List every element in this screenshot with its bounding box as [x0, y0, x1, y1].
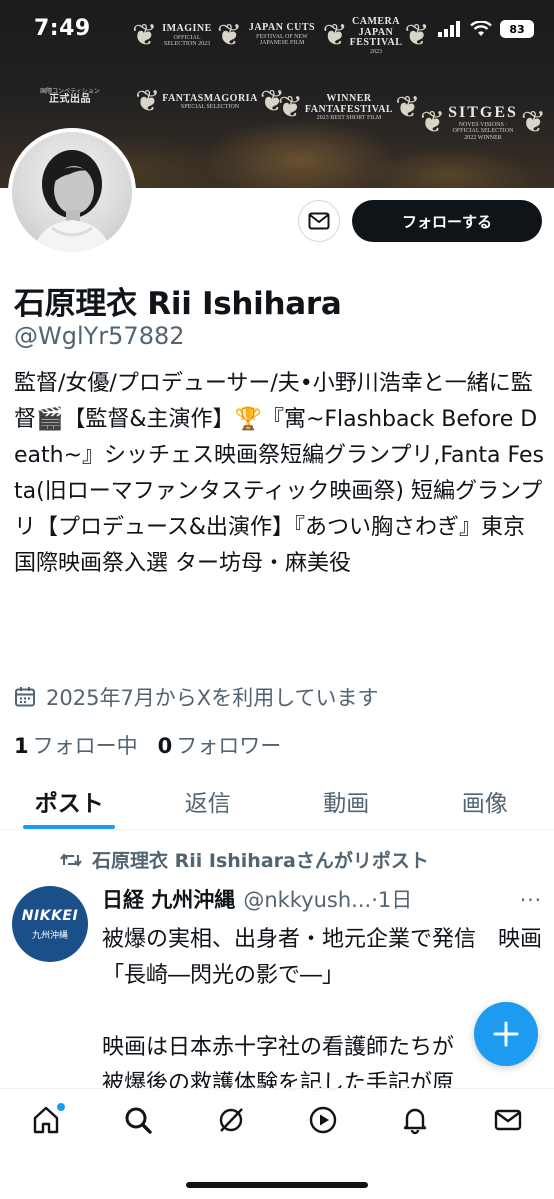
- nav-search[interactable]: [113, 1105, 163, 1145]
- laurel-fantafestival: ❦ WINNER FANTAFESTIVAL 2023 BEST SHORT FIL…: [277, 90, 421, 126]
- profile-handle: @WglYr57882: [14, 322, 185, 350]
- calendar-icon: [15, 687, 35, 707]
- mail-icon: [494, 1109, 521, 1131]
- post-avatar-logo: NIKKEI: [21, 907, 79, 924]
- following-count: 1: [14, 734, 29, 758]
- joined-text: 2025年7月からXを利用しています: [46, 686, 379, 710]
- post-time: ·1日: [371, 888, 413, 912]
- status-icons: 83: [438, 20, 534, 38]
- signal-icon: [438, 21, 460, 37]
- nav-messages[interactable]: [483, 1105, 533, 1145]
- tab-media[interactable]: 画像: [416, 780, 554, 829]
- grok-icon: [219, 1108, 243, 1132]
- followers-label: フォロワー: [176, 734, 282, 758]
- home-unread-dot: [57, 1103, 66, 1111]
- joined-date: 2025年7月からXを利用しています: [14, 682, 379, 712]
- laurel-japan-cuts: JAPAN CUTS FESTIVAL OF NEW JAPANESE FILM: [248, 22, 316, 47]
- post-header: 日経 九州沖縄 @nkkyush... ·1日: [102, 884, 542, 914]
- laurel-official-selection-jp: 国際コンペティション 正式出品: [40, 88, 100, 105]
- post-author-avatar[interactable]: NIKKEI 九州沖縄: [12, 886, 88, 962]
- following-label: フォロー中: [32, 734, 138, 758]
- home-indicator[interactable]: [186, 1182, 368, 1188]
- followers-count: 0: [157, 734, 173, 758]
- post-author-name[interactable]: 日経 九州沖縄: [102, 884, 235, 914]
- follow-button[interactable]: フォローする: [352, 200, 542, 242]
- play-icon: [309, 1106, 337, 1134]
- profile-bio: 監督/女優/プロデューサー/夫•小野川浩幸と一緒に監督🎬【監督&主演作】🏆『寓~…: [14, 371, 544, 576]
- laurel-fantasmagoria: ❦ FANTASMAGORIA SPECIAL SELECTION ❦: [135, 84, 285, 120]
- wifi-icon: [470, 21, 492, 36]
- repost-text[interactable]: 石原理衣 Rii Ishiharaさんがリポスト: [92, 846, 429, 873]
- mail-icon: [308, 212, 330, 230]
- tab-replies[interactable]: 返信: [139, 780, 278, 829]
- compose-button[interactable]: [474, 1002, 538, 1066]
- plus-icon: [493, 1021, 519, 1047]
- avatar-portrait: [34, 150, 110, 252]
- nav-grok[interactable]: [206, 1105, 256, 1145]
- repost-indicator: 石原理衣 Rii Ishiharaさんがリポスト: [60, 846, 429, 873]
- post-body[interactable]: 被爆の実相、出身者・地元企業で発信 映画「長崎―閃光の影で―」 映画は日本赤十字…: [102, 922, 547, 1102]
- nav-video[interactable]: [298, 1105, 348, 1145]
- tab-posts[interactable]: ポスト: [0, 780, 139, 829]
- follow-stats: 1 フォロー中 0 フォロワー: [14, 730, 281, 760]
- battery-icon: 83: [500, 20, 534, 38]
- message-button[interactable]: [298, 200, 340, 242]
- followers-link[interactable]: 0 フォロワー: [158, 730, 282, 760]
- bell-icon: [404, 1108, 427, 1135]
- search-icon: [125, 1107, 153, 1134]
- repost-icon: [60, 852, 82, 867]
- profile-avatar[interactable]: [8, 128, 136, 256]
- post-more-icon[interactable]: ···: [520, 888, 542, 912]
- laurel-sitges: ❦ SITGES NOVES VISIONS · OFFICIAL SELECTIO…: [420, 104, 546, 141]
- display-name: 石原理衣 Rii Ishihara: [14, 286, 342, 322]
- tab-videos[interactable]: 動画: [277, 780, 416, 829]
- profile-tabs: ポスト 返信 動画 画像: [0, 780, 554, 830]
- laurel-imagine: ❦ IMAGINE OFFICIAL SELECTION 2023 ❦: [132, 18, 242, 54]
- laurel-camera-japan: ❦ CAMERA JAPAN FESTIVAL 2023 ❦: [322, 16, 430, 55]
- nav-notifications[interactable]: [390, 1105, 440, 1145]
- home-icon: [33, 1106, 59, 1134]
- post-avatar-region: 九州沖縄: [31, 930, 68, 941]
- status-time: 7:49: [34, 16, 91, 41]
- following-link[interactable]: 1 フォロー中: [14, 730, 138, 760]
- nav-home[interactable]: [21, 1103, 71, 1145]
- post-author-handle[interactable]: @nkkyush...: [243, 888, 371, 912]
